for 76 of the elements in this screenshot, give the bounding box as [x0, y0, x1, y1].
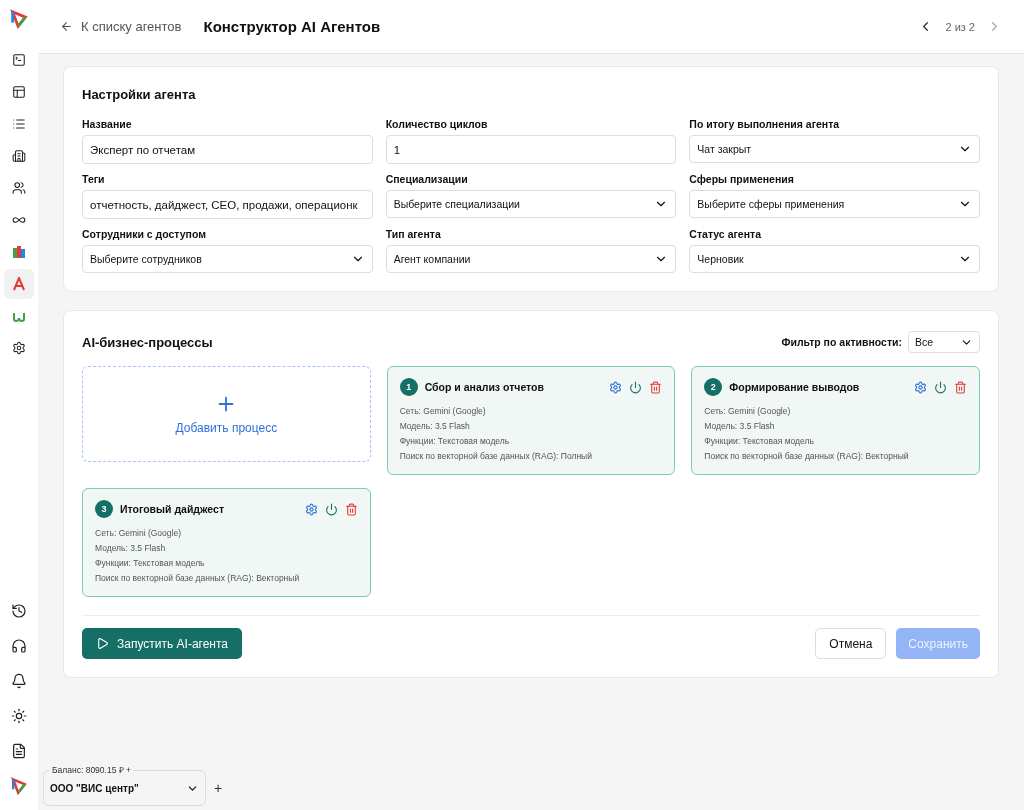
process-detail: Модель: 3.5 Flash [704, 420, 776, 432]
process-detail: Функции: Текстовая модель [704, 435, 815, 447]
field-label: По итогу выполнения агента [689, 118, 841, 130]
logo-icon[interactable] [8, 8, 30, 30]
back-link[interactable]: К списку агентов [60, 19, 182, 34]
books-icon [12, 245, 26, 259]
cancel-button[interactable]: Отмена [815, 628, 887, 659]
bell-icon[interactable] [11, 673, 27, 689]
sun-icon[interactable] [11, 708, 27, 724]
add-process-button[interactable]: Добавить процесс [82, 366, 371, 462]
power-icon[interactable] [629, 380, 643, 394]
process-title: Сбор и анализ отчетов [424, 381, 545, 393]
process-card[interactable]: 1 Сбор и анализ отчетов Сеть: Gemini (Google) Модель: 3.5 Flash Функции: Текстовая модель Поиск по векторной базе данных (RAG): Полный [386, 366, 676, 475]
settings-icon [12, 341, 26, 355]
list-icon [12, 117, 26, 131]
add-company-button[interactable]: + [214, 780, 223, 796]
select-field[interactable]: Чат закрыт [689, 135, 980, 163]
trash-icon[interactable] [954, 380, 967, 394]
process-detail: Поиск по векторной базе данных (RAG): Векторный [95, 572, 301, 584]
filter-select[interactable]: Все [908, 331, 980, 353]
settings-icon[interactable] [609, 380, 623, 394]
process-detail: Поиск по векторной базе данных (RAG): Полный [399, 450, 593, 462]
step-number: 1 [399, 378, 418, 396]
settings-icon[interactable] [304, 502, 318, 516]
field-label: Тип агента [385, 228, 442, 240]
power-icon[interactable] [934, 380, 947, 394]
process-detail: Функции: Текстовая модель [95, 557, 206, 569]
letter-a-icon [12, 277, 26, 291]
trash-icon[interactable] [649, 380, 663, 394]
process-card[interactable]: 3 Итоговый дайджест Сеть: Gemini (Google) Модель: 3.5 Flash Функции: Текстовая модель Поиск по векторной базе данных (RAG): Векторный [82, 488, 371, 597]
process-card[interactable]: 2 Формирование выводов Сеть: Gemini (Google) Модель: 3.5 Flash Функции: Текстовая модель Поиск по векторной базе данных (RAG): Векторный [691, 366, 980, 475]
process-detail: Модель: 3.5 Flash [399, 420, 471, 432]
process-detail: Функции: Текстовая модель [399, 435, 511, 447]
run-agent-button[interactable]: Запустить AI-агента [82, 628, 243, 659]
trash-icon[interactable] [344, 502, 358, 516]
process-detail: Сеть: Gemini (Google) [95, 527, 182, 539]
power-icon[interactable] [324, 502, 338, 516]
process-detail: Сеть: Gemini (Google) [399, 405, 487, 417]
step-number: 2 [704, 378, 723, 396]
table-icon [12, 85, 26, 99]
filter-label: Фильтр по активности: [781, 336, 902, 348]
play-icon [96, 637, 109, 650]
page-title: Конструктор AI Агентов [203, 18, 381, 35]
field-label: Статус агента [689, 228, 762, 240]
buildings-icon [12, 149, 26, 163]
arrow-left-icon [60, 20, 73, 33]
input-field[interactable]: 1 [385, 135, 677, 164]
select-field[interactable]: Выберите сферы применения [689, 190, 980, 218]
select-field[interactable]: Агент компании [385, 245, 677, 273]
process-detail: Поиск по векторной базе данных (RAG): Векторный [704, 450, 910, 462]
section-title: Настройки агента [82, 87, 197, 102]
process-title: Формирование выводов [729, 381, 861, 393]
headset-icon[interactable] [11, 638, 27, 654]
document-icon[interactable] [11, 743, 27, 759]
field-label: Теги [82, 173, 106, 185]
select-field[interactable]: Выберите специализации [385, 190, 677, 218]
users-icon [12, 181, 26, 195]
terminal-icon [12, 53, 26, 67]
settings-icon[interactable] [914, 380, 927, 394]
select-field[interactable]: Выберите сотрудников [82, 245, 373, 273]
field-label: Сотрудники с доступом [82, 228, 207, 240]
field-label: Количество циклов [385, 118, 489, 130]
field-label: Специализации [385, 173, 469, 185]
process-detail: Сеть: Gemini (Google) [704, 405, 792, 417]
history-icon[interactable] [11, 603, 27, 619]
field-label: Сферы применения [689, 173, 795, 185]
select-field[interactable]: Черновик [689, 245, 980, 273]
page-counter: 2 из 2 [945, 20, 975, 33]
process-detail: Модель: 3.5 Flash [95, 542, 167, 554]
process-title: Итоговый дайджест [120, 503, 226, 515]
field-label: Название [82, 118, 133, 130]
section-title: AI-бизнес-процессы [82, 334, 213, 350]
input-field[interactable]: Эксперт по отчетам [82, 135, 373, 164]
step-number: 3 [95, 500, 113, 518]
logo-icon[interactable] [9, 776, 29, 796]
input-field[interactable]: отчетность, дайджест, CEO, продажи, операционк [82, 190, 373, 219]
